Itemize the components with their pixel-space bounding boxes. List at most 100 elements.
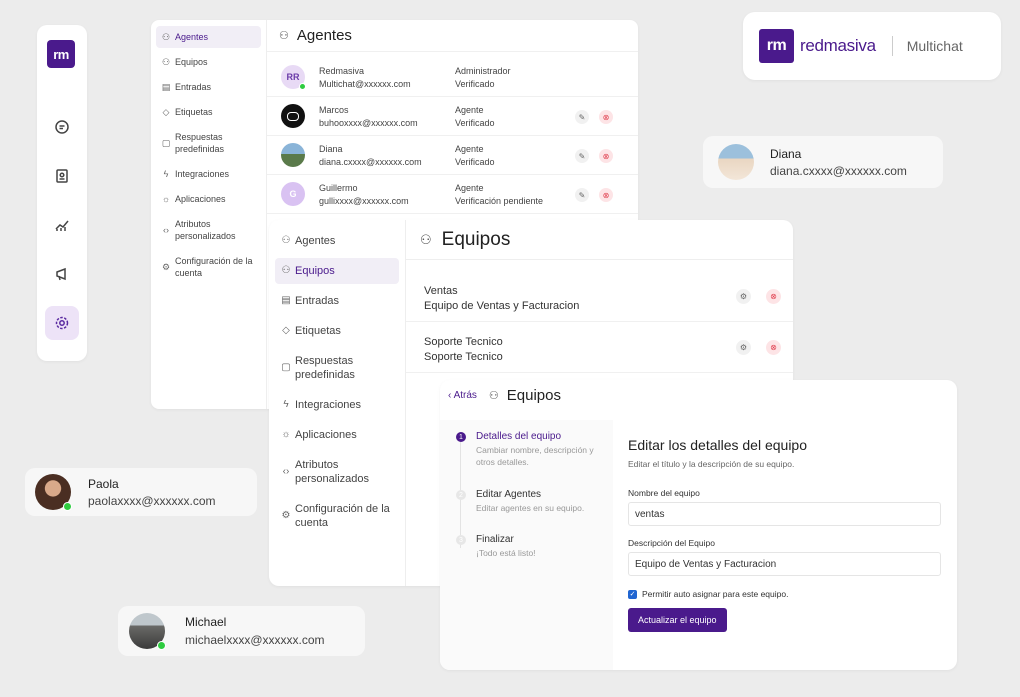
agent-status: Verificado — [455, 79, 495, 89]
agent-status: Verificado — [455, 157, 495, 167]
sidebar-item-label: Integraciones — [295, 399, 362, 411]
sidebar-item-agentes[interactable]: ⚇ Agentes — [275, 228, 399, 254]
settings-icon[interactable] — [45, 306, 79, 340]
tag-icon: ◇ — [162, 107, 170, 117]
sidebar-item-integraciones[interactable]: ϟ Integraciones — [156, 163, 261, 185]
sidebar-item-integraciones[interactable]: ϟ Integraciones — [275, 392, 399, 418]
wizard-steps: 1 Detalles del equipo Cambiar nombre, de… — [440, 420, 613, 670]
teams-icon: ⚇ — [488, 389, 499, 402]
inbox-icon: ▤ — [281, 295, 291, 306]
page-title: Equipos — [506, 386, 561, 404]
settings-icon[interactable]: ⚙ — [736, 289, 751, 304]
contact-name: Paola — [88, 477, 119, 491]
sidebar-item-label: Agentes — [295, 235, 336, 247]
divider — [891, 36, 893, 56]
form-subheading: Editar el título y la descripción de su … — [628, 459, 795, 469]
agents-header: ⚇ Agentes — [267, 20, 638, 52]
chat-icon[interactable] — [45, 110, 79, 144]
edit-icon[interactable]: ✎ — [575, 110, 589, 124]
contact-name: Diana — [770, 147, 802, 161]
avatar — [281, 143, 305, 167]
delete-icon[interactable]: ⊗ — [599, 188, 613, 202]
campaigns-icon[interactable] — [45, 257, 79, 291]
sidebar-item-agentes[interactable]: ⚇ Agentes — [156, 26, 261, 48]
sidebar-item-aplicaciones[interactable]: ☼ Aplicaciones — [275, 422, 399, 448]
auto-assign-checkbox[interactable]: ✓ Permitir auto asignar para este equipo… — [628, 589, 788, 599]
sidebar-item-label: Entradas — [175, 82, 212, 92]
sidebar-item-label: Atributos personalizados — [175, 219, 236, 241]
delete-icon[interactable]: ⊗ — [766, 340, 781, 355]
edit-icon[interactable]: ✎ — [575, 188, 589, 202]
avatar: G — [281, 182, 305, 206]
delete-icon[interactable]: ⊗ — [766, 289, 781, 304]
table-row: RR Redmasiva Multichat@xxxxxx.com Adminis… — [267, 58, 638, 97]
agents-icon: ⚇ — [281, 235, 291, 246]
step-number: 1 — [456, 432, 466, 442]
tag-icon: ◇ — [282, 325, 290, 336]
table-row: Diana diana.cxxxx@xxxxxx.com Agente Verifi… — [267, 136, 638, 175]
sidebar-item-equipos[interactable]: ⚇ Equipos — [275, 258, 399, 284]
apps-icon: ☼ — [161, 194, 171, 204]
sidebar-item-entradas[interactable]: ▤ Entradas — [275, 288, 399, 314]
sidebar-item-respuestas[interactable]: ▢ Respuestas predefinidas — [275, 348, 399, 388]
sidebar-item-label: Etiquetas — [295, 325, 341, 337]
settings-sidebar: ⚇ Agentes ⚇ Equipos ▤ Entradas ◇ Etiquetas ▢… — [269, 220, 406, 586]
back-link[interactable]: ‹ Atrás — [448, 390, 477, 401]
code-icon: ‹› — [282, 466, 290, 477]
checkbox-checked-icon[interactable]: ✓ — [628, 589, 637, 599]
sidebar-item-entradas[interactable]: ▤ Entradas — [156, 76, 261, 98]
page-title: Agentes — [296, 27, 352, 44]
teams-icon: ⚇ — [420, 231, 432, 247]
table-row: G Guillermo gullixxxx@xxxxxx.com Agente Ve… — [267, 175, 638, 214]
sidebar-item-etiquetas[interactable]: ◇ Etiquetas — [156, 101, 261, 123]
settings-icon: ⚙ — [161, 262, 171, 272]
agent-role: Agente — [455, 144, 484, 154]
team-name: Ventas — [424, 285, 458, 297]
reports-icon[interactable] — [45, 208, 79, 242]
delete-icon[interactable]: ⊗ — [599, 149, 613, 163]
agent-status: Verificación pendiente — [455, 196, 544, 206]
table-row: Marcos buhooxxxx@xxxxxx.com Agente Verific… — [267, 97, 638, 136]
team-description-input[interactable]: Equipo de Ventas y Facturacion — [628, 552, 941, 576]
sidebar-item-label: Aplicaciones — [295, 429, 357, 441]
agent-email: gullixxxx@xxxxxx.com — [319, 196, 409, 206]
sidebar-item-aplicaciones[interactable]: ☼ Aplicaciones — [156, 188, 261, 210]
step-number: 2 — [456, 490, 466, 500]
team-description-label: Descripción del Equipo — [628, 538, 715, 548]
agents-icon: ⚇ — [279, 30, 289, 42]
team-description: Soporte Tecnico — [424, 351, 503, 363]
agent-email: Multichat@xxxxxx.com — [319, 79, 411, 89]
icon-rail: rm — [37, 25, 87, 361]
product-name: Multichat — [906, 38, 963, 54]
agent-name: Guillermo — [319, 183, 358, 193]
team-name-input[interactable]: ventas — [628, 502, 941, 526]
sidebar-item-etiquetas[interactable]: ◇ Etiquetas — [275, 318, 399, 344]
sidebar-item-label: Respuestas predefinidas — [295, 355, 355, 381]
teams-header: ⚇ Equipos — [406, 220, 793, 260]
contacts-icon[interactable] — [45, 159, 79, 193]
online-indicator — [63, 502, 72, 511]
contact-email: diana.cxxxx@xxxxxx.com — [770, 164, 907, 178]
rm-logo: rm — [759, 29, 794, 63]
settings-sidebar: ⚇ Agentes ⚇ Equipos ▤ Entradas ◇ Etiquetas ▢… — [151, 20, 267, 409]
online-indicator — [299, 83, 306, 90]
checkbox-label: Permitir auto asignar para este equipo. — [642, 589, 789, 599]
sidebar-item-configuracion[interactable]: ⚙ Configuración de la cuenta — [156, 250, 261, 284]
agent-email: buhooxxxx@xxxxxx.com — [319, 118, 418, 128]
agent-name: Diana — [319, 144, 343, 154]
sidebar-item-label: Etiquetas — [175, 107, 213, 117]
sidebar-item-atributos[interactable]: ‹› Atributos personalizados — [275, 452, 399, 492]
sidebar-item-equipos[interactable]: ⚇ Equipos — [156, 51, 261, 73]
sidebar-item-atributos[interactable]: ‹› Atributos personalizados — [156, 213, 261, 247]
step-title: Detalles del equipo — [476, 431, 562, 442]
delete-icon[interactable]: ⊗ — [599, 110, 613, 124]
contact-name: Michael — [185, 615, 227, 629]
sidebar-item-configuracion[interactable]: ⚙ Configuración de la cuenta — [275, 496, 399, 536]
update-team-button[interactable]: Actualizar el equipo — [628, 608, 727, 632]
avatar — [129, 613, 166, 650]
avatar: RR — [281, 65, 306, 90]
edit-icon[interactable]: ✎ — [575, 149, 589, 163]
settings-icon[interactable]: ⚙ — [736, 340, 751, 355]
sidebar-item-respuestas[interactable]: ▢ Respuestas predefinidas — [156, 126, 261, 160]
sidebar-item-label: Configuración de la cuenta — [295, 503, 390, 529]
